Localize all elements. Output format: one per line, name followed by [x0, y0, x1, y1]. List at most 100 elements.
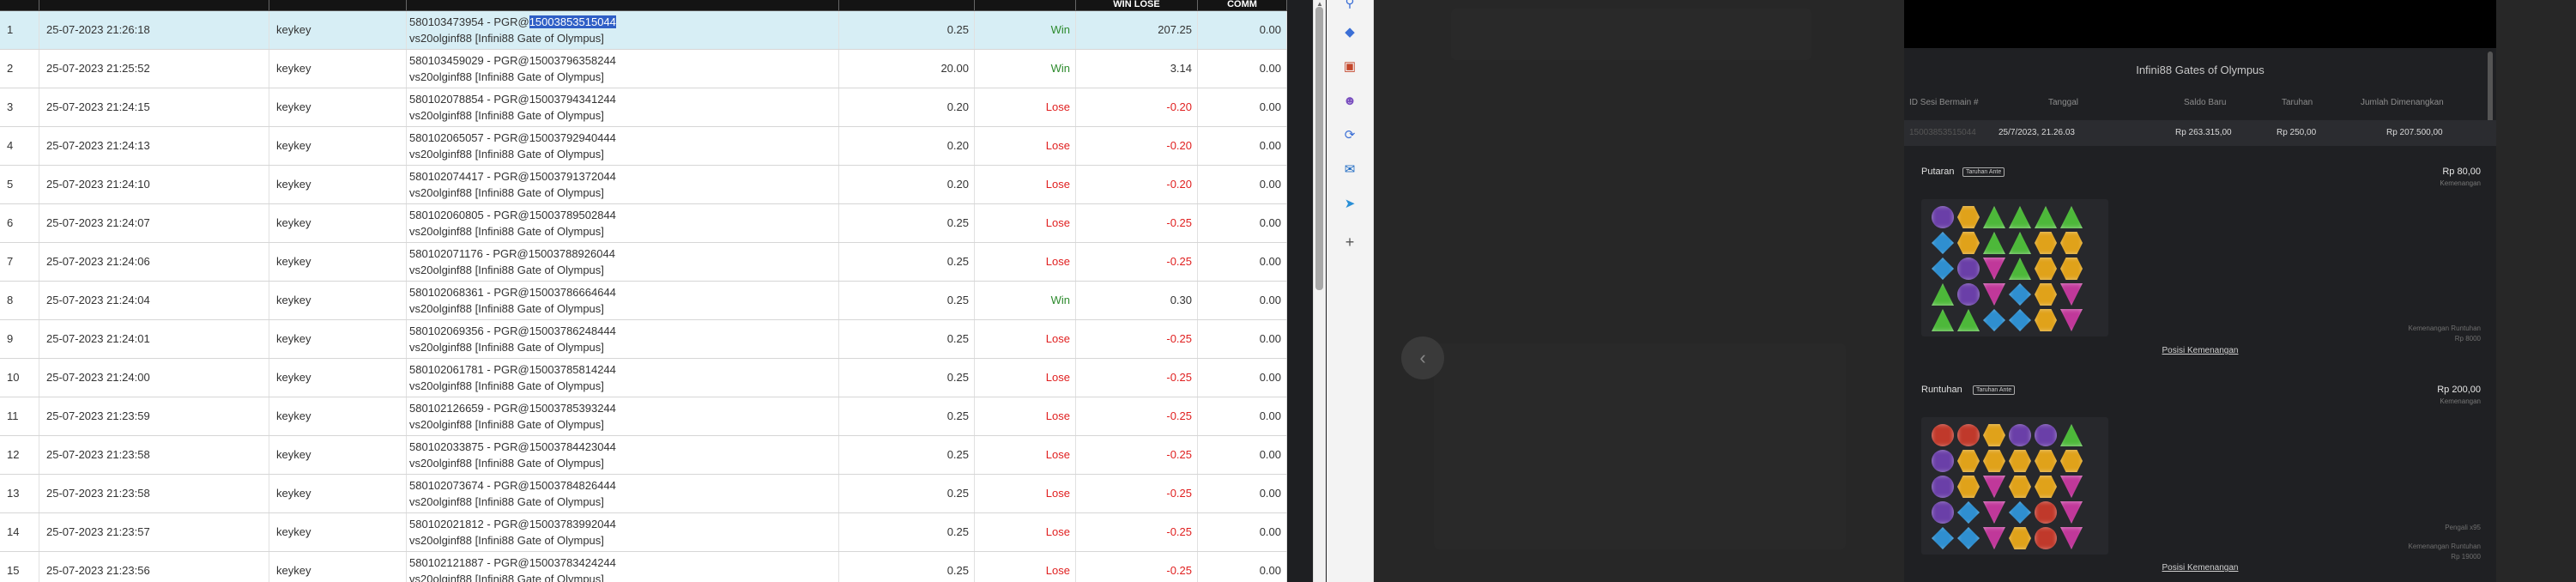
- reference-id[interactable]: 15003788926044: [529, 247, 615, 260]
- reference-id[interactable]: 15003786664644: [529, 286, 616, 299]
- table-row[interactable]: 4 25-07-2023 21:24:13 keykey 580102065057 -…: [0, 127, 1287, 166]
- cell-date: 25-07-2023 21:24:13: [39, 127, 269, 165]
- gem-icon: [2009, 501, 2031, 524]
- cell-reference: 580102060805 - PGR@15003789502844 vs20olg…: [407, 204, 839, 242]
- reference-id[interactable]: 15003794341244: [529, 93, 616, 106]
- col-header-user[interactable]: [269, 0, 407, 10]
- cell-comm: 0.00: [1198, 50, 1287, 88]
- cell-user: keykey: [269, 127, 407, 165]
- reference-id[interactable]: 15003791372044: [529, 170, 616, 183]
- spin-note-label: Kemenangan Runtuhan: [2408, 324, 2481, 332]
- cell-no: 2: [0, 50, 39, 88]
- reference-id[interactable]: 15003853515044: [529, 15, 616, 28]
- toolbox-icon[interactable]: ▣: [1341, 58, 1358, 76]
- col-header-bet[interactable]: [839, 0, 975, 10]
- game-name: vs20olginf88 [Infini88 Gate of Olympus]: [409, 70, 604, 83]
- cell-winlose: -0.25: [1076, 513, 1198, 551]
- table-row[interactable]: 1 25-07-2023 21:26:18 keykey 580103473954 -…: [0, 11, 1287, 50]
- table-row[interactable]: 13 25-07-2023 21:23:58 keykey 580102073674 …: [0, 475, 1287, 513]
- table-row[interactable]: 9 25-07-2023 21:24:01 keykey 580102069356 -…: [0, 320, 1287, 359]
- previous-icon[interactable]: ‹: [1401, 336, 1444, 379]
- reference-id[interactable]: 15003784423044: [529, 440, 616, 453]
- cell-date: 25-07-2023 21:26:18: [39, 11, 269, 49]
- cell-no: 14: [0, 513, 39, 551]
- reference-id[interactable]: 15003784826444: [529, 479, 616, 492]
- cell-comm: 0.00: [1198, 436, 1287, 474]
- spin-amount-label: Kemenangan: [2440, 179, 2481, 187]
- reference-id[interactable]: 15003785814244: [529, 363, 616, 376]
- cell-no: 7: [0, 243, 39, 281]
- table-row[interactable]: 10 25-07-2023 21:24:00 keykey 580102061781 …: [0, 359, 1287, 397]
- col-header-comm[interactable]: COMM: [1198, 0, 1287, 10]
- col-header-no[interactable]: [0, 0, 39, 10]
- game-name: vs20olginf88 [Infini88 Gate of Olympus]: [409, 495, 604, 508]
- reference-id[interactable]: 15003789502844: [529, 209, 616, 221]
- table-row[interactable]: 12 25-07-2023 21:23:58 keykey 580102033875 …: [0, 436, 1287, 475]
- cell-no: 12: [0, 436, 39, 474]
- cell-winlose: 207.25: [1076, 11, 1198, 49]
- cart-icon[interactable]: ➤: [1341, 196, 1358, 213]
- reference-id[interactable]: 15003785393244: [529, 402, 616, 415]
- table-row[interactable]: 7 25-07-2023 21:24:06 keykey 580102071176 -…: [0, 243, 1287, 282]
- sync-icon[interactable]: ⟳: [1341, 127, 1358, 144]
- reference-prefix: 580102068361 - PGR@: [409, 286, 529, 299]
- gem-icon: [2060, 309, 2083, 331]
- reference-id[interactable]: 15003786248444: [529, 324, 616, 337]
- reference-prefix: 580102071176 - PGR@: [409, 247, 529, 260]
- cell-no: 9: [0, 320, 39, 358]
- reference-id[interactable]: 15003796358244: [529, 54, 616, 67]
- gem-icon: [1957, 501, 1980, 524]
- table-row[interactable]: 2 25-07-2023 21:25:52 keykey 580103459029 -…: [0, 50, 1287, 88]
- table-scrollbar[interactable]: ▲: [1313, 0, 1326, 582]
- outlook-icon[interactable]: ✉: [1341, 161, 1358, 179]
- value-session-id: 15003853515044: [1909, 128, 1976, 137]
- table-row[interactable]: 6 25-07-2023 21:24:07 keykey 580102060805 -…: [0, 204, 1287, 243]
- game-name: vs20olginf88 [Infini88 Gate of Olympus]: [409, 32, 604, 45]
- tumble-win-position-link[interactable]: Posisi Kemenangan: [1904, 563, 2496, 573]
- col-header-winlose[interactable]: WIN LOSE: [1076, 0, 1198, 10]
- spin-win-position-link[interactable]: Posisi Kemenangan: [1904, 346, 2496, 355]
- cell-reference: 580102021812 - PGR@15003783992044 vs20olg…: [407, 513, 839, 551]
- cell-comm: 0.00: [1198, 552, 1287, 582]
- reference-prefix: 580102061781 - PGR@: [409, 363, 529, 376]
- table-row[interactable]: 15 25-07-2023 21:23:56 keykey 580102121887 …: [0, 552, 1287, 582]
- reference-id[interactable]: 15003783424244: [529, 556, 616, 569]
- gem-icon: [1957, 206, 1980, 228]
- cell-result: Lose: [975, 166, 1076, 203]
- tumble-multiplier-note: Pengali x95: [2445, 524, 2481, 531]
- scroll-thumb[interactable]: [1315, 7, 1323, 290]
- gem-icon: [1932, 476, 1954, 498]
- table-row[interactable]: 3 25-07-2023 21:24:15 keykey 580102078854 -…: [0, 88, 1287, 127]
- tumble-symbol-grid: [1921, 417, 2108, 555]
- reference-line: 580102060805 - PGR@15003789502844: [409, 207, 836, 223]
- cell-result: Lose: [975, 88, 1076, 126]
- reference-id[interactable]: 15003792940444: [529, 131, 616, 144]
- value-balance: Rp 263.315,00: [2175, 128, 2232, 137]
- table-row[interactable]: 8 25-07-2023 21:24:04 keykey 580102068361 -…: [0, 282, 1287, 320]
- col-header-date[interactable]: [39, 0, 269, 10]
- gem-icon: [2009, 309, 2031, 331]
- col-header-result[interactable]: [975, 0, 1076, 10]
- tag-icon[interactable]: ◆: [1341, 24, 1358, 41]
- reference-prefix: 580102021812 - PGR@: [409, 518, 529, 530]
- reference-id[interactable]: 15003783992044: [529, 518, 616, 530]
- table-row[interactable]: 5 25-07-2023 21:24:10 keykey 580102074417 -…: [0, 166, 1287, 204]
- table-row[interactable]: 14 25-07-2023 21:23:57 keykey 580102021812 …: [0, 513, 1287, 552]
- reference-line: 580102073674 - PGR@15003784826444: [409, 477, 836, 494]
- table-row[interactable]: 11 25-07-2023 21:23:59 keykey 580102126659 …: [0, 397, 1287, 436]
- cell-user: keykey: [269, 436, 407, 474]
- search-icon[interactable]: ⚲: [1341, 0, 1358, 12]
- cell-no: 4: [0, 127, 39, 165]
- people-icon[interactable]: ☻: [1341, 93, 1358, 110]
- col-header-ref[interactable]: [407, 0, 839, 10]
- cell-result: Win: [975, 282, 1076, 319]
- gem-icon: [2035, 206, 2057, 228]
- cell-date: 25-07-2023 21:23:59: [39, 397, 269, 435]
- reference-prefix: 580102060805 - PGR@: [409, 209, 529, 221]
- cell-winlose: -0.20: [1076, 88, 1198, 126]
- gem-icon: [2035, 283, 2057, 306]
- cell-date: 25-07-2023 21:23:56: [39, 552, 269, 582]
- cell-user: keykey: [269, 513, 407, 551]
- add-icon[interactable]: +: [1341, 233, 1358, 251]
- game-name: vs20olginf88 [Infini88 Gate of Olympus]: [409, 186, 604, 199]
